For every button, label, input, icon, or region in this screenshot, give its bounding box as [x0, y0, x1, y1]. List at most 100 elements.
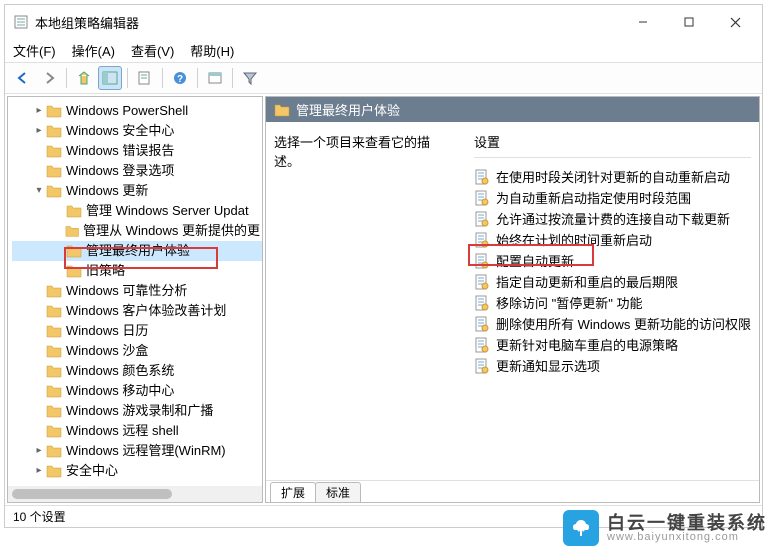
- tree-item-label: 安全中心: [66, 461, 118, 481]
- tree-item[interactable]: ▸Windows 安全中心: [12, 121, 262, 141]
- expander-closed-icon[interactable]: ▸: [32, 101, 46, 121]
- setting-item[interactable]: 更新针对电脑车重启的电源策略: [474, 334, 751, 355]
- folder-icon: [66, 264, 82, 278]
- folder-icon: [46, 464, 62, 478]
- tree-item-label: 管理最终用户体验: [86, 241, 190, 261]
- window-title: 本地组策略编辑器: [35, 13, 620, 32]
- expander-closed-icon[interactable]: ▸: [32, 121, 46, 141]
- menu-file[interactable]: 文件(F): [13, 41, 56, 60]
- close-button[interactable]: [712, 6, 758, 38]
- tree-item[interactable]: ▾ Windows 更新: [12, 181, 262, 201]
- menu-action[interactable]: 操作(A): [72, 41, 115, 60]
- setting-item[interactable]: 移除访问 "暂停更新" 功能: [474, 292, 751, 313]
- setting-item[interactable]: 配置自动更新: [474, 250, 751, 271]
- setting-item[interactable]: 在使用时段关闭针对更新的自动重新启动: [474, 166, 751, 187]
- tree-item-label: Windows PowerShell: [66, 101, 188, 121]
- policy-icon: [474, 337, 490, 353]
- tree-item[interactable]: 旧策略: [12, 261, 262, 281]
- tree-item[interactable]: Windows 沙盒: [12, 341, 262, 361]
- tree-item[interactable]: ▸Windows 远程管理(WinRM): [12, 441, 262, 461]
- watermark: 白云一键重装系统 www.baiyunxitong.com: [563, 510, 767, 546]
- policy-icon: [474, 232, 490, 248]
- folder-icon: [46, 284, 62, 298]
- tree-item[interactable]: Windows 日历: [12, 321, 262, 341]
- setting-item[interactable]: 删除使用所有 Windows 更新功能的访问权限: [474, 313, 751, 334]
- tree-item-label: Windows 更新: [66, 181, 148, 201]
- menubar: 文件(F) 操作(A) 查看(V) 帮助(H): [5, 39, 762, 62]
- export-button[interactable]: [133, 66, 157, 90]
- folder-icon: [66, 244, 82, 258]
- setting-item[interactable]: 允许通过按流量计费的连接自动下载更新: [474, 208, 751, 229]
- tree-item-label: 边缘 UI: [66, 481, 109, 484]
- setting-label: 在使用时段关闭针对更新的自动重新启动: [496, 167, 730, 186]
- tree-item-label: Windows 登录选项: [66, 161, 174, 181]
- tree-item[interactable]: 管理从 Windows 更新提供的更: [12, 221, 262, 241]
- tree-item[interactable]: Windows 远程 shell: [12, 421, 262, 441]
- maximize-button[interactable]: [666, 6, 712, 38]
- tree-item[interactable]: Windows 客户体验改善计划: [12, 301, 262, 321]
- setting-label: 更新针对电脑车重启的电源策略: [496, 335, 678, 354]
- up-button[interactable]: [72, 66, 96, 90]
- tree-horizontal-scrollbar[interactable]: [8, 486, 262, 502]
- svg-text:?: ?: [177, 74, 183, 85]
- tree-item[interactable]: ▸ 边缘 UI: [12, 481, 262, 484]
- tree-item-label: Windows 远程 shell: [66, 421, 179, 441]
- folder-icon: [46, 404, 62, 418]
- tree-item[interactable]: Windows 错误报告: [12, 141, 262, 161]
- detail-panel: 管理最终用户体验 选择一个项目来查看它的描述。 设置 在使用时段关闭针对更新的自…: [265, 96, 760, 503]
- tree-item-label: Windows 移动中心: [66, 381, 174, 401]
- policy-icon: [474, 295, 490, 311]
- app-icon: [13, 14, 29, 30]
- tree-item[interactable]: Windows 可靠性分析: [12, 281, 262, 301]
- detail-title: 管理最终用户体验: [296, 100, 400, 119]
- show-tree-button[interactable]: [98, 66, 122, 90]
- tree-item[interactable]: ▸ 安全中心: [12, 461, 262, 481]
- setting-label: 为自动重新启动指定使用时段范围: [496, 188, 691, 207]
- expander-closed-icon[interactable]: ▸: [32, 441, 46, 461]
- folder-icon: [66, 204, 82, 218]
- tree-item[interactable]: ▸ Windows PowerShell: [12, 101, 262, 121]
- column-header-setting[interactable]: 设置: [474, 132, 751, 158]
- setting-item[interactable]: 为自动重新启动指定使用时段范围: [474, 187, 751, 208]
- expander-closed-icon[interactable]: ▸: [32, 481, 46, 484]
- minimize-button[interactable]: [620, 6, 666, 38]
- help-button[interactable]: ?: [168, 66, 192, 90]
- properties-button[interactable]: [203, 66, 227, 90]
- status-count: 10 个设置: [13, 508, 66, 525]
- setting-label: 删除使用所有 Windows 更新功能的访问权限: [496, 314, 751, 333]
- folder-icon: [46, 444, 62, 458]
- setting-label: 配置自动更新: [496, 251, 574, 270]
- setting-item[interactable]: 更新通知显示选项: [474, 355, 751, 376]
- tree-item-label: Windows 可靠性分析: [66, 281, 187, 301]
- back-button[interactable]: [11, 66, 35, 90]
- tree-item[interactable]: 管理 Windows Server Updat: [12, 201, 262, 221]
- filter-button[interactable]: [238, 66, 262, 90]
- menu-help[interactable]: 帮助(H): [190, 41, 234, 60]
- forward-button[interactable]: [37, 66, 61, 90]
- tree-item[interactable]: Windows 登录选项: [12, 161, 262, 181]
- folder-icon: [46, 364, 62, 378]
- watermark-brand: 白云一键重装系统: [607, 514, 767, 532]
- watermark-url: www.baiyunxitong.com: [607, 532, 767, 543]
- tab-standard[interactable]: 标准: [315, 482, 361, 502]
- tree-item-label: 旧策略: [86, 261, 125, 281]
- tab-extended[interactable]: 扩展: [270, 482, 316, 502]
- menu-view[interactable]: 查看(V): [131, 41, 174, 60]
- tree-item-label: 管理 Windows Server Updat: [86, 201, 249, 221]
- expander-closed-icon[interactable]: ▸: [32, 461, 46, 481]
- tree-item[interactable]: Windows 游戏录制和广播: [12, 401, 262, 421]
- tree-item[interactable]: Windows 颜色系统: [12, 361, 262, 381]
- setting-item[interactable]: 始终在计划的时间重新启动: [474, 229, 751, 250]
- setting-label: 移除访问 "暂停更新" 功能: [496, 293, 642, 312]
- tree-item[interactable]: 管理最终用户体验: [12, 241, 262, 261]
- toolbar: ?: [5, 62, 762, 94]
- tree-item-label: Windows 错误报告: [66, 141, 174, 161]
- setting-item[interactable]: 指定自动更新和重启的最后期限: [474, 271, 751, 292]
- tree-item[interactable]: Windows 移动中心: [12, 381, 262, 401]
- expander-open-icon[interactable]: ▾: [32, 181, 46, 201]
- policy-icon: [474, 316, 490, 332]
- setting-label: 指定自动更新和重启的最后期限: [496, 272, 678, 291]
- folder-icon: [274, 103, 290, 117]
- folder-icon: [46, 104, 62, 118]
- policy-icon: [474, 274, 490, 290]
